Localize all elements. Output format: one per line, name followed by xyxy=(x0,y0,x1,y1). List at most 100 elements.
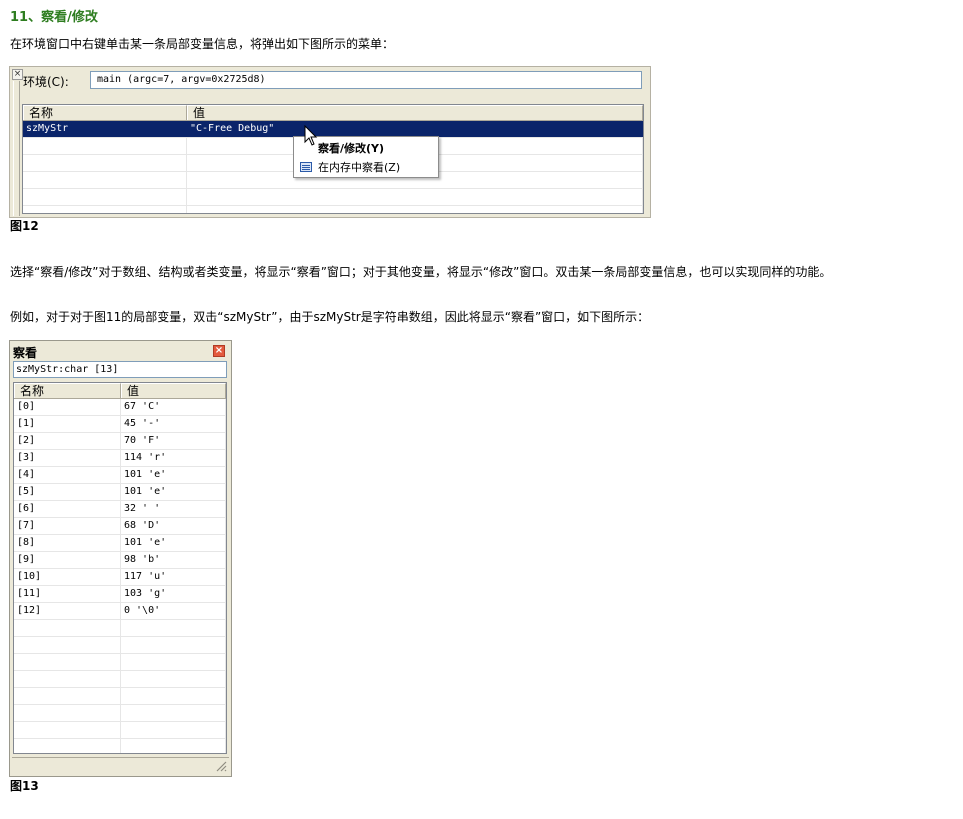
mouse-cursor-icon xyxy=(304,125,318,146)
table-row[interactable] xyxy=(23,206,643,213)
row-value: 103 'g' xyxy=(121,586,226,602)
dock-grip[interactable] xyxy=(13,81,20,216)
row-name xyxy=(23,155,187,171)
row-name: [4] xyxy=(14,467,121,483)
row-value: 0 '\0' xyxy=(121,603,226,619)
row-value xyxy=(121,739,226,753)
row-name: [9] xyxy=(14,552,121,568)
row-value: 68 'D' xyxy=(121,518,226,534)
table-row[interactable] xyxy=(14,739,226,753)
list-header: 名称 值 xyxy=(14,383,226,399)
column-header-name[interactable]: 名称 xyxy=(23,105,187,120)
watch-window: 察看 × szMyStr:char [13] 名称 值 [0] 67 'C' [1]… xyxy=(9,340,232,777)
watch-list[interactable]: 名称 值 [0] 67 'C' [1] 45 '-' [2] 70 'F' [3] 114 '… xyxy=(13,382,227,754)
row-value: 101 'e' xyxy=(121,467,226,483)
row-name xyxy=(23,206,187,213)
status-bar xyxy=(12,757,229,774)
env-combo[interactable]: main (argc=7, argv=0x2725d8) xyxy=(90,71,642,89)
row-value: 98 'b' xyxy=(121,552,226,568)
figure-caption-13: 图13 xyxy=(10,779,39,793)
table-row[interactable] xyxy=(14,620,226,637)
close-icon[interactable]: × xyxy=(213,345,225,357)
column-header-value[interactable]: 值 xyxy=(187,105,643,120)
row-value: 117 'u' xyxy=(121,569,226,585)
row-name: [6] xyxy=(14,501,121,517)
table-row[interactable]: [2] 70 'F' xyxy=(14,433,226,450)
table-row[interactable] xyxy=(14,671,226,688)
table-row[interactable] xyxy=(14,688,226,705)
table-row[interactable]: [1] 45 '-' xyxy=(14,416,226,433)
table-row[interactable]: [0] 67 'C' xyxy=(14,399,226,416)
row-value: 45 '-' xyxy=(121,416,226,432)
row-name: [3] xyxy=(14,450,121,466)
menu-item-label: 察看/修改(Y) xyxy=(318,142,385,155)
row-name xyxy=(14,705,121,721)
table-row[interactable] xyxy=(14,722,226,739)
row-name xyxy=(23,189,187,205)
row-value xyxy=(121,688,226,704)
row-value: 70 'F' xyxy=(121,433,226,449)
row-value: 101 'e' xyxy=(121,484,226,500)
description-paragraph: 选择“察看/修改”对于数组、结构或者类变量，将显示“察看”窗口；对于其他变量，将… xyxy=(10,265,832,279)
row-value xyxy=(121,620,226,636)
row-value: 114 'r' xyxy=(121,450,226,466)
table-row[interactable]: [7] 68 'D' xyxy=(14,518,226,535)
menu-item-label: 在内存中察看(Z) xyxy=(318,161,401,174)
row-value xyxy=(187,189,643,205)
table-row[interactable]: [8] 101 'e' xyxy=(14,535,226,552)
row-name xyxy=(23,172,187,188)
table-row[interactable] xyxy=(14,705,226,722)
row-name xyxy=(14,688,121,704)
row-value: 101 'e' xyxy=(121,535,226,551)
menu-item-1[interactable]: 在内存中察看(Z) xyxy=(294,158,438,177)
table-row[interactable] xyxy=(23,189,643,206)
table-row[interactable]: [11] 103 'g' xyxy=(14,586,226,603)
row-value xyxy=(121,654,226,670)
env-label: 环境(C): xyxy=(23,75,69,89)
row-name xyxy=(23,138,187,154)
row-name: [0] xyxy=(14,399,121,415)
row-name: [11] xyxy=(14,586,121,602)
table-row[interactable]: [10] 117 'u' xyxy=(14,569,226,586)
row-value: 67 'C' xyxy=(121,399,226,415)
table-row[interactable]: [4] 101 'e' xyxy=(14,467,226,484)
table-row[interactable]: [6] 32 ' ' xyxy=(14,501,226,518)
figure-caption-12: 图12 xyxy=(10,219,39,233)
table-row[interactable]: [3] 114 'r' xyxy=(14,450,226,467)
close-icon[interactable]: × xyxy=(12,69,23,80)
row-name xyxy=(14,637,121,653)
table-row[interactable] xyxy=(14,637,226,654)
example-paragraph: 例如，对于对于图11的局部变量，双击“szMyStr”，由于szMyStr是字符… xyxy=(10,310,650,324)
row-value xyxy=(121,637,226,653)
table-row[interactable]: [12] 0 '\0' xyxy=(14,603,226,620)
row-name xyxy=(14,671,121,687)
row-name xyxy=(14,722,121,738)
table-row[interactable]: [5] 101 'e' xyxy=(14,484,226,501)
table-row[interactable]: [9] 98 'b' xyxy=(14,552,226,569)
row-name: [5] xyxy=(14,484,121,500)
resize-grip-icon[interactable] xyxy=(215,760,227,772)
expression-field[interactable]: szMyStr:char [13] xyxy=(13,361,227,378)
row-value xyxy=(121,722,226,738)
memory-view-icon xyxy=(300,162,312,172)
table-row[interactable] xyxy=(14,654,226,671)
window-title: 察看 xyxy=(13,346,38,360)
row-name: szMyStr xyxy=(23,121,187,137)
row-name: [1] xyxy=(14,416,121,432)
section-heading: 11、察看/修改 xyxy=(10,10,98,25)
intro-paragraph: 在环境窗口中右键单击某一条局部变量信息，将弹出如下图所示的菜单： xyxy=(10,37,395,51)
row-value xyxy=(121,671,226,687)
row-name xyxy=(14,620,121,636)
list-header: 名称 值 xyxy=(23,105,643,121)
row-name xyxy=(14,654,121,670)
row-name: [2] xyxy=(14,433,121,449)
row-value xyxy=(121,705,226,721)
row-name: [12] xyxy=(14,603,121,619)
row-name xyxy=(14,739,121,753)
row-name: [7] xyxy=(14,518,121,534)
column-header-name[interactable]: 名称 xyxy=(14,383,121,398)
row-value: "C-Free Debug" xyxy=(187,121,643,137)
row-value: 32 ' ' xyxy=(121,501,226,517)
row-value xyxy=(187,206,643,213)
column-header-value[interactable]: 值 xyxy=(121,383,226,398)
